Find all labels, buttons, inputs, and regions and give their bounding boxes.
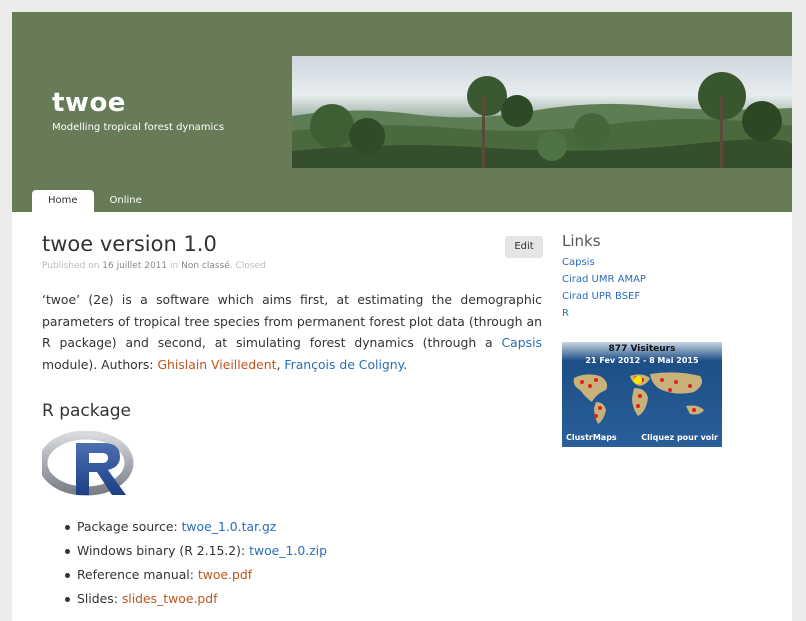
download-link-slides[interactable]: slides_twoe.pdf	[122, 591, 218, 606]
download-item: Slides: slides_twoe.pdf	[65, 587, 542, 611]
download-link-windows[interactable]: twoe_1.0.zip	[249, 543, 327, 558]
clustr-date-range: 21 Fev 2012 - 8 Mai 2015	[585, 356, 699, 365]
main-navigation: Home Online	[32, 190, 158, 212]
sidebar-link-item: Capsis	[562, 254, 762, 271]
clustrmaps-brand: ClustrMaps	[566, 432, 617, 442]
links-widget-title: Links	[562, 232, 601, 250]
r-logo-icon	[38, 430, 134, 496]
meta-date[interactable]: 16 juillet 2011	[102, 261, 167, 271]
meta-in-label: in	[170, 261, 179, 271]
post-intro: ‘twoe’ (2e) is a software which aims fir…	[42, 289, 542, 375]
r-package-heading: R package	[42, 401, 131, 421]
nav-tab-home[interactable]: Home	[32, 190, 94, 212]
sidebar-link-item: R	[562, 305, 762, 322]
clustrmaps-cta: Cliquez pour voir	[641, 432, 718, 442]
download-link-source[interactable]: twoe_1.0.tar.gz	[182, 519, 277, 534]
sidebar-link-cirad-amap[interactable]: Cirad UMR AMAP	[562, 274, 646, 285]
site-header: twoe Modelling tropical forest dynamics …	[12, 12, 792, 212]
visitor-count: 877	[608, 344, 628, 354]
download-item: Package source: twoe_1.0.tar.gz	[65, 515, 542, 539]
site-title[interactable]: twoe	[52, 88, 126, 118]
sidebar-link-cirad-bsef[interactable]: Cirad UPR BSEF	[562, 291, 640, 302]
page: twoe Modelling tropical forest dynamics …	[12, 12, 792, 621]
edit-button[interactable]: Edit	[505, 236, 543, 258]
download-label: Windows binary (R 2.15.2):	[77, 543, 250, 558]
sidebar-link-item: Cirad UPR BSEF	[562, 288, 762, 305]
meta-category[interactable]: Non classé	[181, 261, 230, 271]
intro-end: .	[403, 356, 408, 372]
sidebar-link-capsis[interactable]: Capsis	[562, 257, 595, 268]
author-link-coligny[interactable]: François de Coligny	[284, 357, 403, 372]
r-logo	[38, 430, 134, 501]
meta-published-label: Published on	[42, 261, 100, 271]
forest-landscape-image	[292, 72, 792, 168]
intro-text-2: module). Authors:	[42, 356, 158, 372]
author-link-vieilledent[interactable]: Ghislain Vieilledent	[157, 357, 276, 372]
post-title[interactable]: twoe version 1.0	[42, 232, 542, 256]
meta-status: Closed	[235, 261, 266, 271]
capsis-link[interactable]: Capsis	[502, 335, 542, 350]
visitor-label: Visiteurs	[630, 344, 676, 354]
links-list: Capsis Cirad UMR AMAP Cirad UPR BSEF R	[562, 254, 762, 322]
sidebar-link-r[interactable]: R	[562, 308, 569, 319]
download-item: Windows binary (R 2.15.2): twoe_1.0.zip	[65, 539, 542, 563]
intro-text-1: ‘twoe’ (2e) is a software which aims fir…	[42, 292, 542, 350]
header-banner-image	[292, 56, 792, 168]
main-content: twoe version 1.0 Edit Published on 16 ju…	[38, 232, 543, 611]
nav-tab-online[interactable]: Online	[94, 190, 158, 212]
download-label: Package source:	[77, 519, 182, 534]
world-map-icon	[573, 372, 704, 424]
download-list: Package source: twoe_1.0.tar.gz Windows …	[65, 515, 542, 611]
post-meta: Published on 16 juillet 2011 in Non clas…	[42, 261, 266, 271]
sidebar-link-item: Cirad UMR AMAP	[562, 271, 762, 288]
clustrmaps-widget[interactable]: 877 Visiteurs 21 Fev 2012 - 8 Mai 2015 C…	[562, 342, 722, 447]
site-description: Modelling tropical forest dynamics	[52, 122, 225, 133]
sidebar: Links Capsis Cirad UMR AMAP Cirad UPR BS…	[562, 232, 762, 447]
download-item: Reference manual: twoe.pdf	[65, 563, 542, 587]
download-label: Slides:	[77, 591, 122, 606]
download-link-manual[interactable]: twoe.pdf	[198, 567, 252, 582]
download-label: Reference manual:	[77, 567, 198, 582]
